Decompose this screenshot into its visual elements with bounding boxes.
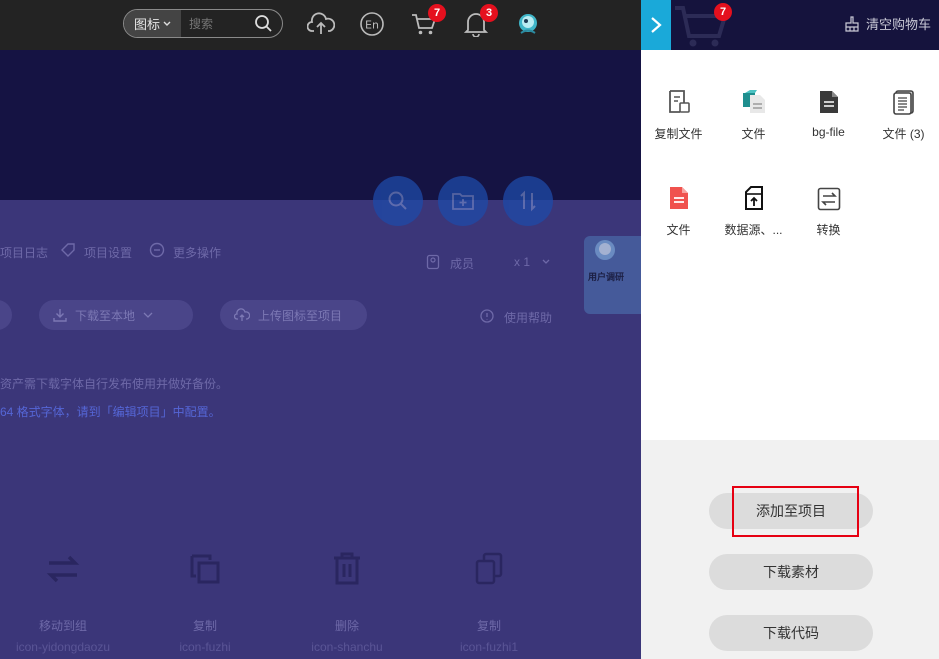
search-type-label: 图标 — [133, 17, 160, 32]
cart-count-badge: 7 — [428, 4, 446, 22]
chevron-right-icon — [651, 17, 662, 33]
broom-icon — [845, 15, 859, 32]
download-assets-button[interactable]: 下载素材 — [709, 554, 873, 590]
project-log-link[interactable]: 项目日志 — [0, 244, 48, 261]
help-link[interactable]: 使用帮助 — [504, 309, 552, 326]
survey-promo-text: 用户调研 — [588, 272, 625, 282]
cart-item[interactable]: 转换 — [791, 177, 866, 238]
cart-items-grid: 复制文件 文件 bg-file 文件 (3) 文件 数据源、... 转换 — [641, 50, 939, 440]
copy-icon — [190, 554, 220, 584]
project-banner — [0, 50, 641, 200]
download-local-label: 下载至本地 — [75, 308, 136, 323]
icon-card-label: 复制 — [192, 619, 217, 633]
cart-panel-header: 7 清空购物车 — [641, 0, 939, 50]
cart-item[interactable]: 数据源、... — [716, 177, 791, 238]
members-label: 成员 — [450, 257, 475, 271]
clear-cart-label: 清空购物车 — [865, 17, 931, 32]
cart-item-name: 复制文件 — [654, 127, 703, 141]
icon-card-label: 复制 — [476, 619, 501, 633]
clear-cart-button[interactable]: 清空购物车 — [844, 14, 931, 33]
icon-card[interactable]: 复制 icon-fuzhi1 — [429, 552, 549, 654]
user-avatar[interactable] — [514, 10, 542, 38]
upload-cloud-icon[interactable] — [307, 10, 335, 38]
icon-card[interactable]: 移动到组 icon-yidongdaozu — [3, 552, 123, 654]
copy-outline-icon — [475, 552, 503, 585]
cart-item-name: 转换 — [816, 223, 841, 237]
icon-card-code: icon-fuzhi1 — [459, 640, 519, 654]
language-en-icon[interactable]: En — [358, 10, 386, 38]
file-lines-icon — [892, 90, 914, 115]
download-icon — [53, 309, 67, 322]
chevron-down-icon — [542, 259, 550, 264]
cart-item[interactable]: 文件 — [641, 177, 716, 238]
member-count[interactable]: x 1 — [514, 255, 530, 269]
upload-icon-label: 上传图标至项目 — [258, 308, 343, 323]
search-fab[interactable] — [373, 176, 423, 226]
cart-item[interactable]: 文件 (3) — [866, 81, 939, 142]
upload-icon-button[interactable]: 上传图标至项目 — [220, 300, 367, 330]
cart-panel: 7 清空购物车 复制文件 文件 bg-file 文件 (3) 文件 数据源、..… — [641, 0, 939, 659]
more-icon — [149, 242, 165, 258]
swap-arrows-icon — [46, 555, 80, 583]
top-navbar: 图标 En 7 3 — [0, 0, 641, 50]
member-icon — [426, 254, 440, 270]
add-folder-fab[interactable] — [438, 176, 488, 226]
icon-card-label: 移动到组 — [38, 619, 87, 633]
cart-count-badge: 7 — [714, 3, 732, 21]
notice-line-1: 资产需下载字体自行发布使用并做好备份。 — [0, 377, 229, 391]
icon-card-label: 删除 — [334, 619, 359, 633]
cart-item[interactable]: 复制文件 — [641, 81, 716, 142]
cart-button[interactable]: 7 — [410, 4, 446, 38]
copy-file-icon — [668, 90, 690, 113]
notification-button[interactable]: 3 — [462, 4, 498, 38]
sort-icon — [520, 190, 536, 212]
chevron-down-icon — [163, 21, 171, 26]
datasource-icon — [744, 186, 763, 210]
folder-add-icon — [452, 193, 474, 210]
help-icon — [480, 309, 494, 323]
trash-icon — [334, 552, 360, 585]
cart-item-name: 文件 — [666, 223, 691, 237]
cart-item-name: 文件 (3) — [882, 127, 925, 141]
more-actions-link[interactable]: 更多操作 — [173, 244, 221, 261]
collapse-panel-button[interactable] — [641, 0, 671, 50]
cart-item-name: bg-file — [812, 125, 845, 139]
svg-text:En: En — [365, 19, 379, 32]
sort-fab[interactable] — [503, 176, 553, 226]
icon-card-code: icon-fuzhi — [179, 640, 231, 654]
bg-file-icon — [819, 91, 838, 113]
notification-count-badge: 3 — [480, 4, 498, 22]
icon-card-code: icon-shanchu — [311, 640, 383, 654]
search-input[interactable] — [189, 16, 259, 31]
convert-icon — [817, 187, 840, 211]
search-type-select[interactable]: 图标 — [124, 10, 181, 37]
notice-line-2[interactable]: 64 格式字体，请到「编辑项目」中配置。 — [0, 403, 221, 420]
cart-item[interactable]: 文件 — [716, 81, 791, 142]
cart-item[interactable]: bg-file — [791, 81, 866, 139]
search-box: 图标 — [123, 9, 283, 38]
upload-cloud-icon — [234, 308, 250, 321]
icon-card[interactable]: 复制 icon-fuzhi — [145, 552, 265, 654]
download-code-button[interactable]: 下载代码 — [709, 615, 873, 651]
chevron-down-icon — [143, 312, 153, 318]
download-local-button[interactable]: 下载至本地 — [39, 300, 193, 330]
mascot-icon — [595, 240, 615, 260]
cart-item-name: 文件 — [741, 127, 766, 141]
file-red-icon — [669, 187, 688, 209]
tag-icon — [61, 243, 75, 257]
highlight-box — [732, 486, 859, 537]
search-icon — [388, 191, 407, 210]
cart-item-name: 数据源、... — [724, 223, 783, 237]
search-icon[interactable] — [254, 14, 274, 34]
project-settings-link[interactable]: 项目设置 — [84, 244, 132, 261]
survey-promo[interactable]: 用户调研 — [584, 236, 641, 314]
icon-card[interactable]: 删除 icon-shanchu — [287, 552, 407, 654]
icon-card-code: icon-yidongdaozu — [15, 640, 111, 654]
file-teal-icon — [742, 90, 765, 113]
avatar-icon — [519, 14, 537, 34]
